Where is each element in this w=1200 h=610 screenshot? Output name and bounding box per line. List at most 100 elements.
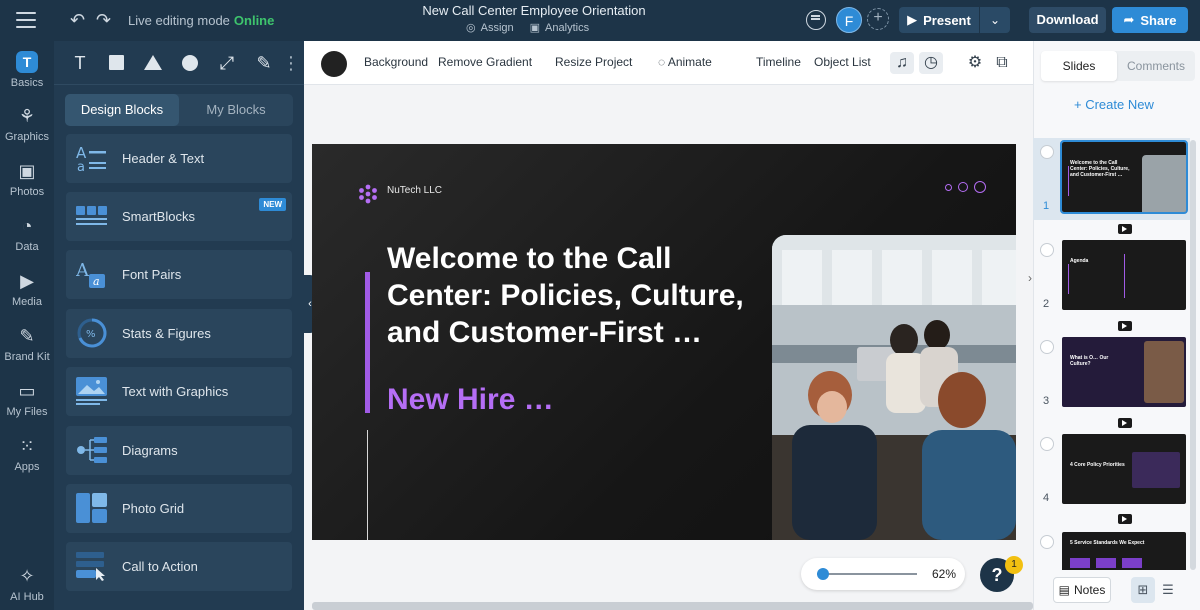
block-header-text[interactable]: A a Header & Text (66, 134, 292, 183)
tab-comments[interactable]: Comments (1117, 51, 1195, 81)
timer-icon[interactable]: ◷ (919, 52, 943, 74)
basics-icon: T (16, 51, 38, 73)
object-list-button[interactable]: Object List (814, 55, 871, 69)
transition-icon[interactable] (1118, 321, 1132, 331)
rail-item-graphics[interactable]: ⚘ Graphics (0, 105, 54, 143)
document-title[interactable]: New Call Center Employee Orientation (380, 3, 688, 18)
zoom-percentage[interactable]: 62% (932, 567, 956, 581)
rail-label-basics: Basics (10, 77, 44, 89)
block-photo-grid[interactable]: Photo Grid (66, 484, 292, 533)
thumbnail-title: 4 Core Policy Priorities (1070, 462, 1125, 468)
more-tools-icon[interactable]: ⋮ (281, 53, 301, 73)
rail-item-media[interactable]: ▶ Media (0, 270, 54, 308)
graphics-icon: ⚘ (18, 106, 36, 126)
select-circle-icon[interactable] (1040, 243, 1054, 257)
transition-icon[interactable] (1118, 418, 1132, 428)
rail-item-brand-kit[interactable]: ✎ Brand Kit (0, 325, 54, 363)
block-font-pairs[interactable]: A a Font Pairs (66, 250, 292, 299)
block-label: Font Pairs (122, 267, 182, 282)
brand-logo (359, 184, 377, 204)
stats-figures-icon: % (77, 318, 107, 348)
data-icon: ◔ (21, 216, 33, 236)
rail-label-my-files: My Files (6, 406, 48, 418)
zoom-slider-handle[interactable] (817, 568, 829, 580)
add-collaborator-icon[interactable]: + (867, 8, 889, 30)
rail-item-ai-hub[interactable]: ✧ AI Hub (0, 565, 54, 603)
slide-thumbnail-5[interactable]: 5 Service Standards We Expect (1033, 528, 1190, 570)
create-new-button[interactable]: + Create New (1074, 97, 1154, 112)
avatar[interactable]: F (836, 7, 862, 33)
music-icon[interactable]: ♫ (890, 52, 914, 74)
block-label: Text with Graphics (122, 384, 229, 399)
line-tool-icon[interactable]: ⤢ (217, 53, 237, 73)
rail-item-data[interactable]: ◔ Data (0, 215, 54, 253)
select-circle-icon[interactable] (1040, 145, 1054, 159)
list-view-icon[interactable]: ☰ (1156, 577, 1180, 603)
thumbnail-image: 5 Service Standards We Expect (1062, 532, 1186, 570)
block-stats-figures[interactable]: % Stats & Figures (66, 309, 292, 358)
block-smartblocks[interactable]: SmartBlocks NEW (66, 192, 292, 241)
grid-view-icon[interactable]: ⊞ (1131, 577, 1155, 603)
select-circle-icon[interactable] (1040, 340, 1054, 354)
rail-item-apps[interactable]: ⁙ Apps (0, 435, 54, 473)
tab-slides[interactable]: Slides (1041, 51, 1117, 81)
analytics-label: Analytics (545, 21, 590, 34)
timeline-button[interactable]: Timeline (756, 55, 801, 69)
zoom-slider[interactable] (817, 573, 917, 575)
notes-button[interactable]: ▤ Notes (1053, 577, 1111, 603)
left-rail: T Basics ⚘ Graphics ▣ Photos ◔ Data ▶ Me… (0, 41, 54, 610)
slide-number: 1 (1043, 200, 1050, 212)
transition-icon[interactable] (1118, 514, 1132, 524)
vertical-scrollbar[interactable] (1190, 140, 1196, 570)
redo-icon[interactable]: ↷ (96, 10, 111, 30)
horizontal-scrollbar[interactable] (312, 602, 1033, 610)
menu-icon[interactable] (16, 12, 36, 28)
resize-project-button[interactable]: Resize Project (555, 55, 632, 69)
text-tool-icon[interactable]: T (70, 53, 90, 73)
chat-icon[interactable] (806, 10, 826, 30)
office-photo[interactable] (772, 235, 1016, 540)
triangle-tool-icon[interactable] (143, 53, 163, 73)
block-call-to-action[interactable]: Call to Action (66, 542, 292, 591)
transition-icon[interactable] (1118, 224, 1132, 234)
slide-subtitle[interactable]: New Hire … (387, 383, 554, 417)
rail-item-photos[interactable]: ▣ Photos (0, 160, 54, 198)
gear-icon[interactable]: ⚙ (963, 52, 987, 74)
square-tool-icon[interactable] (106, 53, 126, 73)
undo-icon[interactable]: ↶ (70, 10, 85, 30)
rail-label-photos: Photos (9, 186, 45, 198)
block-diagrams[interactable]: Diagrams (66, 426, 292, 475)
select-circle-icon[interactable] (1040, 437, 1054, 451)
circle-tool-icon[interactable] (180, 53, 200, 73)
share-button[interactable]: ➦ Share (1112, 7, 1188, 33)
slide-canvas[interactable]: NuTech LLC Welcome to the Call Center: P… (312, 144, 1016, 540)
select-circle-icon[interactable] (1040, 535, 1054, 549)
chevron-down-icon[interactable]: ⌄ (980, 7, 1010, 33)
animate-button[interactable]: ◌ Animate (658, 55, 712, 69)
slide-thumbnail-1[interactable]: 1 Welcome to the Call Center: Policies, … (1033, 138, 1190, 220)
slide-thumbnail-2[interactable]: 2 Agenda (1033, 236, 1190, 318)
shape-tools: T ⤢ ✎ ⋮ (54, 41, 304, 85)
slide-title[interactable]: Welcome to the Call Center: Policies, Cu… (387, 240, 767, 351)
svg-text:a: a (93, 275, 100, 288)
background-button[interactable]: Background (364, 55, 428, 69)
present-button[interactable]: ▶ Present (899, 7, 979, 33)
block-text-with-graphics[interactable]: Text with Graphics (66, 367, 292, 416)
download-button[interactable]: Download (1029, 7, 1106, 33)
analytics-link[interactable]: ▣ Analytics (530, 21, 590, 35)
slide-thumbnail-4[interactable]: 4 4 Core Policy Priorities (1033, 430, 1190, 512)
search-image-icon[interactable]: ⧉ (990, 52, 1014, 74)
tab-my-blocks[interactable]: My Blocks (179, 94, 293, 126)
canvas-toolbar: Background Remove Gradient Resize Projec… (304, 41, 1033, 85)
slide-thumbnail-3[interactable]: 3 What is O… Our Culture? (1033, 333, 1190, 415)
rail-item-my-files[interactable]: ▭ My Files (0, 380, 54, 418)
background-color-swatch[interactable] (321, 51, 347, 77)
remove-gradient-button[interactable]: Remove Gradient (438, 55, 532, 69)
pen-tool-icon[interactable]: ✎ (254, 53, 274, 73)
block-label: Diagrams (122, 443, 178, 458)
tab-design-blocks[interactable]: Design Blocks (65, 94, 179, 126)
assign-link[interactable]: ◎ Assign (466, 21, 514, 35)
share-label: Share (1140, 12, 1177, 28)
rail-item-basics[interactable]: T Basics (0, 51, 54, 89)
present-label: Present (923, 12, 971, 28)
